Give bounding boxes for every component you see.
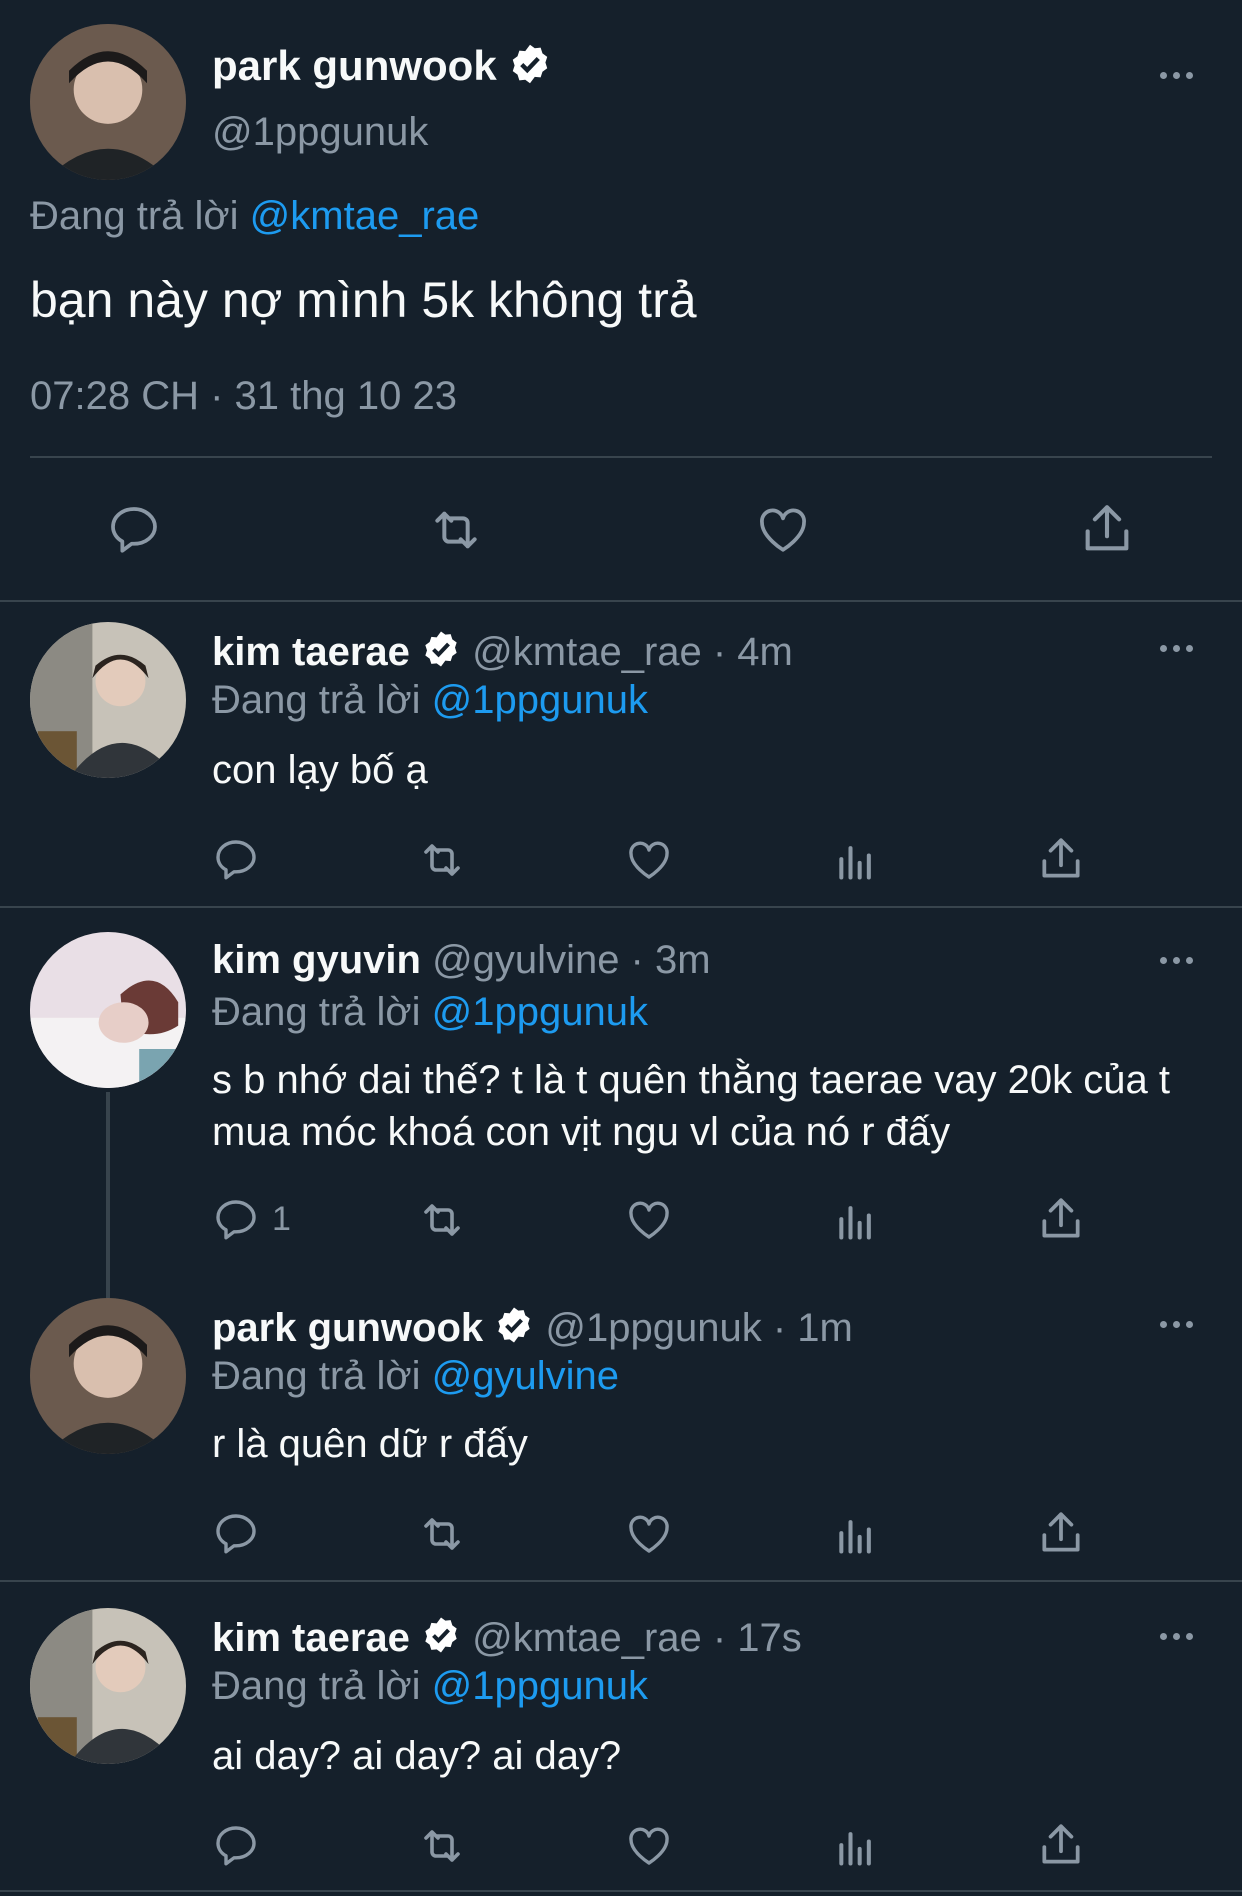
replying-to-handle[interactable]: @gyulvine <box>432 1354 619 1398</box>
author-handle[interactable]: @1ppgunuk <box>212 108 428 156</box>
views-icon[interactable] <box>834 1198 878 1244</box>
replying-to-row: Đang trả lời @1ppgunuk <box>212 676 648 724</box>
author-name[interactable]: kim gyuvin <box>212 938 421 982</box>
share-icon[interactable] <box>1036 834 1086 884</box>
verified-badge-icon <box>421 629 461 680</box>
author-name[interactable]: park gunwook <box>212 42 497 89</box>
replying-to-label: Đang trả lời <box>212 1354 421 1398</box>
more-icon[interactable] <box>1160 1626 1193 1646</box>
replying-to-label: Đang trả lời <box>212 990 421 1034</box>
verified-badge-icon <box>421 1615 461 1666</box>
replying-to-label: Đang trả lời <box>30 194 239 238</box>
like-icon[interactable] <box>754 502 812 558</box>
reply-icon[interactable] <box>212 1196 260 1244</box>
handle-and-time[interactable]: @kmtae_rae · 4m <box>472 630 793 674</box>
retweet-icon[interactable] <box>416 1510 468 1558</box>
reply-icon[interactable] <box>212 1510 260 1558</box>
reply-count: 1 <box>272 1200 291 1238</box>
section-divider <box>0 600 1242 602</box>
reply-author-row: kim gyuvin @gyulvine · 3m <box>212 936 711 984</box>
avatar-kim-taerae[interactable] <box>30 622 186 778</box>
replying-to-row: Đang trả lời @1ppgunuk <box>212 1662 648 1710</box>
handle-and-time[interactable]: @gyulvine · 3m <box>432 938 710 982</box>
replying-to-handle[interactable]: @1ppgunuk <box>432 1664 648 1708</box>
share-icon[interactable] <box>1078 500 1136 558</box>
avatar-park-gunwook[interactable] <box>30 1298 186 1454</box>
retweet-icon[interactable] <box>416 836 468 884</box>
avatar-kim-gyuvin[interactable] <box>30 932 186 1088</box>
tweet-text: s b nhớ dai thế? t là t quên thằng taera… <box>212 1058 1170 1154</box>
replying-to-handle[interactable]: @1ppgunuk <box>432 990 648 1034</box>
section-divider <box>0 906 1242 908</box>
retweet-icon[interactable] <box>426 502 486 558</box>
reply-author-row: park gunwook @1ppgunuk · 1m <box>212 1304 853 1356</box>
tweet-text: ai day? ai day? ai day? <box>212 1734 622 1778</box>
reply-author-row: kim taerae @kmtae_rae · 4m <box>212 628 793 680</box>
retweet-icon[interactable] <box>416 1196 468 1244</box>
more-icon[interactable] <box>1160 950 1193 970</box>
replying-to-label: Đang trả lời <box>212 1664 421 1708</box>
like-icon[interactable] <box>624 1510 674 1558</box>
author-name[interactable]: kim taerae <box>212 630 410 674</box>
replying-to-row: Đang trả lời @1ppgunuk <box>212 988 648 1036</box>
like-icon[interactable] <box>624 836 674 884</box>
share-icon[interactable] <box>1036 1194 1086 1244</box>
thread-connector <box>106 1092 110 1298</box>
verified-badge-icon <box>494 1305 534 1356</box>
tweet-text: bạn này nợ mình 5k không trả <box>30 272 697 328</box>
replying-to-handle[interactable]: @1ppgunuk <box>432 678 648 722</box>
reply-icon[interactable] <box>106 502 162 558</box>
tweet-text: con lạy bố ạ <box>212 748 428 792</box>
more-icon[interactable] <box>1160 1314 1193 1334</box>
section-divider <box>0 1890 1242 1892</box>
like-icon[interactable] <box>624 1822 674 1870</box>
more-icon[interactable] <box>1160 638 1193 658</box>
main-author-row: park gunwook <box>212 42 552 96</box>
replying-to-label: Đang trả lời <box>212 678 421 722</box>
author-name[interactable]: kim taerae <box>212 1616 410 1660</box>
avatar-park-gunwook[interactable] <box>30 24 186 180</box>
reply-author-row: kim taerae @kmtae_rae · 17s <box>212 1614 802 1666</box>
author-name[interactable]: park gunwook <box>212 1306 483 1350</box>
like-icon[interactable] <box>624 1196 674 1244</box>
retweet-icon[interactable] <box>416 1822 468 1870</box>
views-icon[interactable] <box>834 838 878 884</box>
replying-to-row: Đang trả lời @kmtae_rae <box>30 192 479 240</box>
tweet-text: r là quên dữ r đấy <box>212 1422 528 1466</box>
verified-badge-icon <box>508 42 552 96</box>
views-icon[interactable] <box>834 1824 878 1870</box>
views-icon[interactable] <box>834 1512 878 1558</box>
section-divider <box>0 1580 1242 1582</box>
tweet-timestamp[interactable]: 07:28 CH · 31 thg 10 23 <box>30 372 457 420</box>
timestamp-divider <box>30 456 1212 458</box>
avatar-kim-taerae[interactable] <box>30 1608 186 1764</box>
more-icon[interactable] <box>1160 65 1193 85</box>
handle-and-time[interactable]: @kmtae_rae · 17s <box>472 1616 802 1660</box>
reply-icon[interactable] <box>212 836 260 884</box>
reply-icon[interactable] <box>212 1822 260 1870</box>
replying-to-handle[interactable]: @kmtae_rae <box>250 194 480 238</box>
share-icon[interactable] <box>1036 1508 1086 1558</box>
replying-to-row: Đang trả lời @gyulvine <box>212 1352 619 1400</box>
handle-and-time[interactable]: @1ppgunuk · 1m <box>545 1306 852 1350</box>
share-icon[interactable] <box>1036 1820 1086 1870</box>
